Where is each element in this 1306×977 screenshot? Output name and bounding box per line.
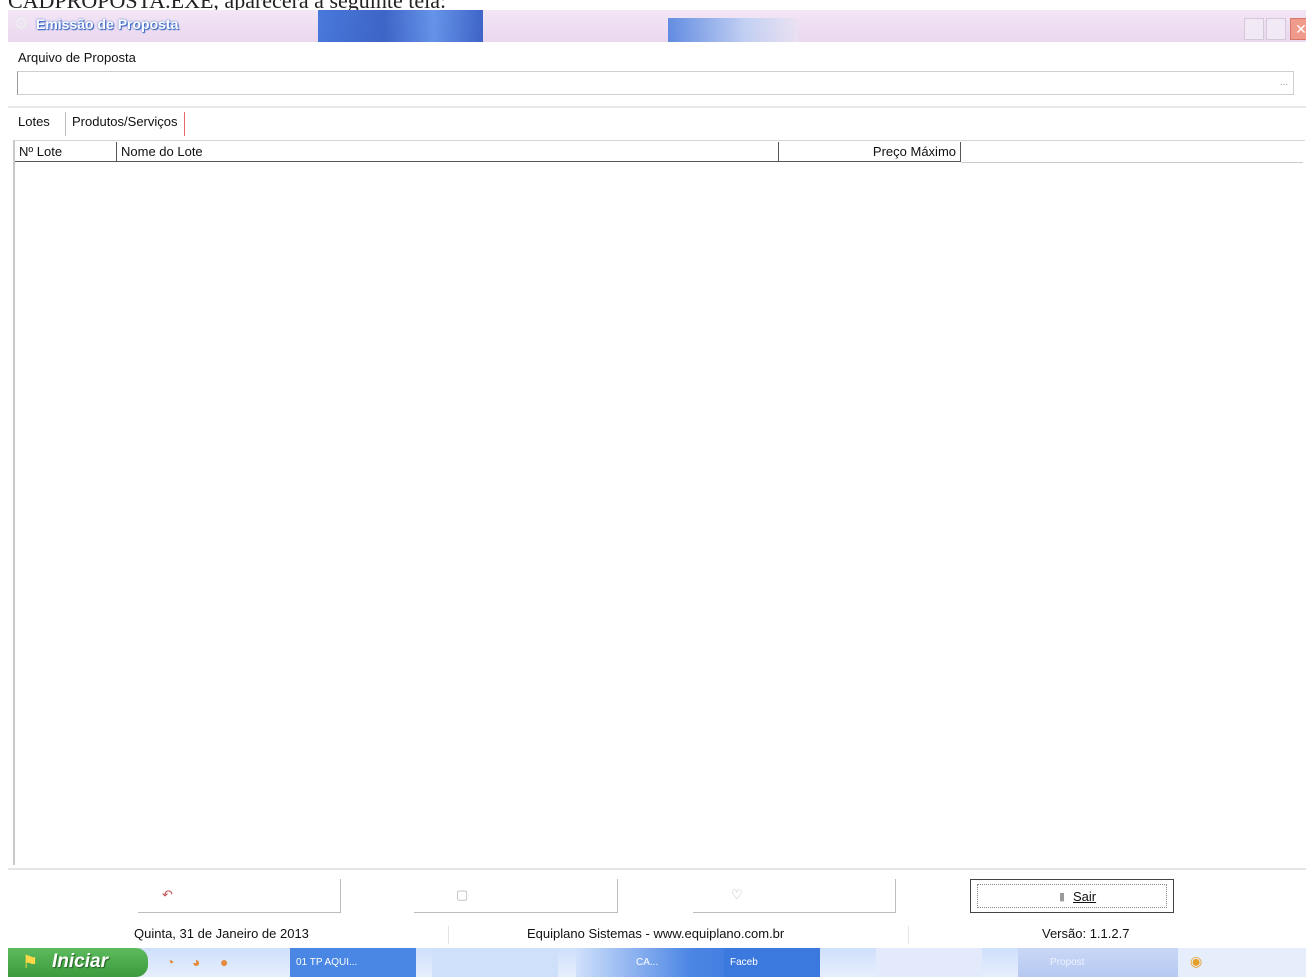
status-company: Equiplano Sistemas - www.equiplano.com.b… <box>527 926 785 941</box>
taskbar-item[interactable] <box>432 948 558 977</box>
action-button-3[interactable]: ♡ <box>693 879 896 913</box>
taskbar-item-active[interactable]: Propost <box>1018 948 1198 977</box>
exit-icon: ▮ <box>1059 891 1066 903</box>
tab-produtos-servicos[interactable]: Produtos/Serviços <box>65 112 185 136</box>
action-2-icon: ▢ <box>456 887 469 902</box>
maximize-button[interactable] <box>1266 18 1286 40</box>
titlebar-highlight <box>318 10 483 42</box>
status-bar: Quinta, 31 de Janeiro de 2013 Equiplano … <box>8 924 1306 946</box>
divider <box>8 106 1306 108</box>
quicklaunch-icon[interactable]: ◔ <box>166 954 174 970</box>
start-flag-icon: ⚑ <box>22 952 39 972</box>
window-titlebar[interactable]: ⚙ Emissão de Proposta ✕ <box>8 10 1306 42</box>
system-tray: ◉ <box>1178 948 1306 977</box>
sair-focus-ring <box>977 884 1167 908</box>
window-title: Emissão de Proposta <box>36 16 179 32</box>
file-path-input[interactable]: ... <box>17 71 1294 95</box>
action-button-2[interactable]: ▢ <box>414 879 618 913</box>
status-date: Quinta, 31 de Janeiro de 2013 <box>134 926 309 941</box>
app-icon: ⚙ <box>14 16 29 33</box>
sair-button[interactable]: ▮ Sair <box>970 879 1174 913</box>
action-1-icon: ↶ <box>162 887 173 902</box>
status-divider <box>448 926 449 944</box>
close-button[interactable]: ✕ <box>1290 18 1306 40</box>
taskbar: ⚑ Iniciar ◔ ◕ ● 01 TP AQUI... CA... Face… <box>8 948 1306 977</box>
close-icon: ✕ <box>1295 21 1306 37</box>
action-3-icon: ♡ <box>731 887 743 902</box>
start-label: Iniciar <box>52 951 108 972</box>
quicklaunch-icon[interactable]: ● <box>220 954 228 970</box>
sair-label: Sair <box>1073 889 1097 904</box>
taskbar-item[interactable]: 01 TP AQUI... <box>290 948 416 977</box>
titlebar-highlight-right <box>668 18 798 42</box>
column-header-preco-maximo[interactable]: Preço Máximo <box>779 142 961 162</box>
taskbar-item[interactable] <box>876 948 982 977</box>
column-header-nome-lote[interactable]: Nome do Lote <box>117 142 779 162</box>
quicklaunch-icon[interactable]: ◕ <box>192 954 200 970</box>
minimize-button[interactable] <box>1244 18 1264 40</box>
file-label: Arquivo de Proposta <box>18 50 136 65</box>
grid-body[interactable] <box>15 166 1303 864</box>
taskbar-item[interactable]: Faceb <box>724 948 820 977</box>
tab-lotes[interactable]: Lotes <box>12 112 68 136</box>
column-header-numero-lote[interactable]: Nº Lote <box>15 142 117 162</box>
grid-header-filler <box>961 142 1303 163</box>
start-button[interactable]: ⚑ Iniciar <box>8 948 148 977</box>
browse-button[interactable]: ... <box>1275 74 1293 92</box>
status-version: Versão: 1.1.2.7 <box>1042 926 1130 941</box>
tray-icon[interactable]: ◉ <box>1190 953 1202 970</box>
status-divider <box>908 926 909 944</box>
action-button-1[interactable]: ↶ <box>138 879 341 913</box>
